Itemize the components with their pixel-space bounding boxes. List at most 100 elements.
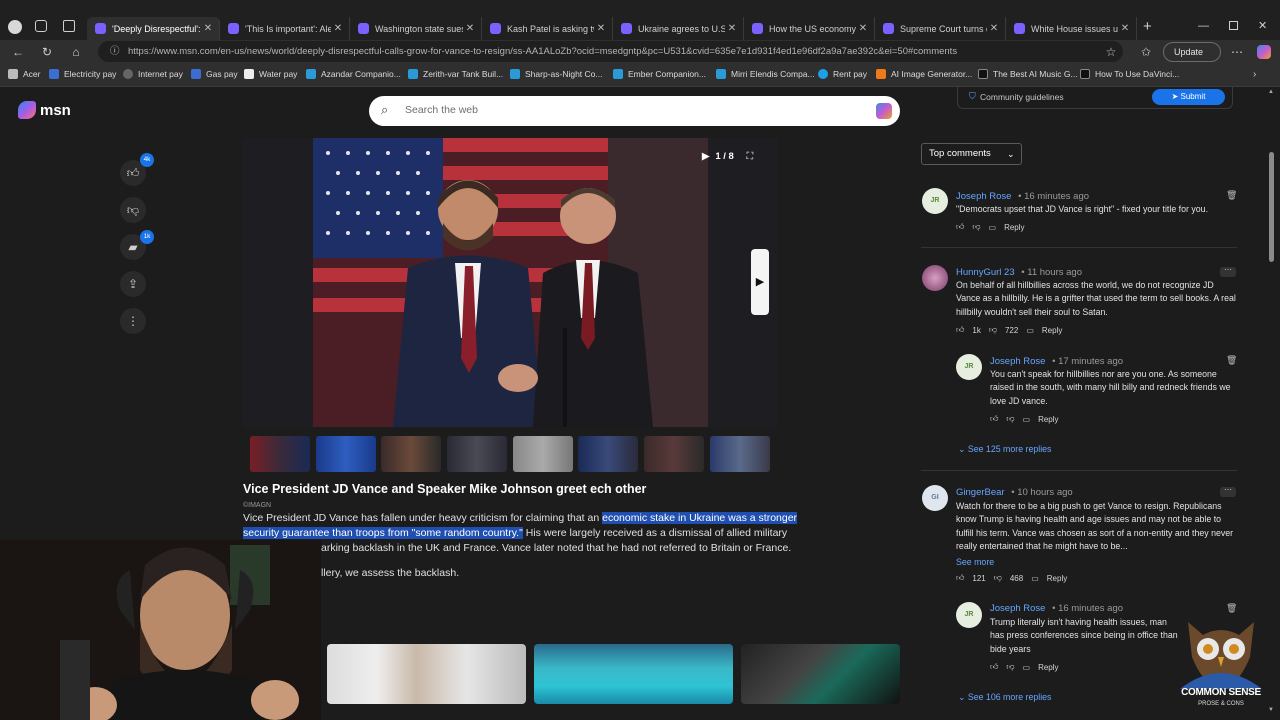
copilot-icon[interactable] <box>1257 45 1271 59</box>
bookmark-8[interactable]: Ember Companion... <box>613 69 706 79</box>
bookmark-0[interactable]: Acer <box>8 69 40 79</box>
thumbs-down-icon[interactable]: 👎︎ <box>994 573 1002 583</box>
gallery-thumbnail[interactable] <box>316 436 376 472</box>
story-card-image[interactable] <box>327 644 526 704</box>
bookmark-12[interactable]: The Best AI Music G... <box>978 69 1078 79</box>
gallery-thumbnail[interactable] <box>381 436 441 472</box>
thumbs-up-icon[interactable]: 👍︎ <box>956 325 964 335</box>
minimize-icon[interactable]: — <box>1198 20 1209 32</box>
see-more-replies-link[interactable]: ⌄ See 106 more replies <box>958 692 1051 703</box>
gallery-thumbnail[interactable] <box>513 436 573 472</box>
tab-3[interactable]: Kash Patel is asking two c ✕ <box>482 17 613 40</box>
reply-icon[interactable]: ▭ <box>1023 415 1031 424</box>
scrollbar-thumb[interactable] <box>1269 152 1274 262</box>
restore-icon[interactable] <box>1229 21 1238 30</box>
reply-button[interactable]: Reply <box>1038 415 1058 424</box>
comment-more-button[interactable]: ⋯ <box>1220 486 1236 497</box>
home-icon[interactable]: ⌂ <box>67 43 85 61</box>
avatar[interactable]: GI <box>922 485 948 511</box>
reply-button[interactable]: Reply <box>1038 663 1058 672</box>
refresh-icon[interactable]: ↻ <box>38 43 56 61</box>
share-button[interactable]: ⇪ <box>120 271 146 297</box>
reply-icon[interactable]: ▭ <box>1023 663 1031 672</box>
avatar[interactable]: JR <box>956 354 982 380</box>
update-button[interactable]: Update <box>1163 42 1221 62</box>
bookmark-4[interactable]: Water pay <box>244 69 297 79</box>
bookmark-3[interactable]: Gas pay <box>191 69 238 79</box>
tab-1[interactable]: 'This Is important': Alexan ✕ <box>220 17 350 40</box>
community-guidelines-link[interactable]: Community guidelines <box>980 92 1064 102</box>
scroll-up-icon[interactable]: ▲ <box>1268 89 1274 95</box>
bookmark-6[interactable]: Zerith-var Tank Buil... <box>408 69 503 79</box>
close-tab-icon[interactable]: ✕ <box>463 23 477 34</box>
bookmark-5[interactable]: Azandar Companio... <box>306 69 401 79</box>
tab-5[interactable]: How the US economy wo ✕ <box>744 17 875 40</box>
play-icon[interactable]: ▶ <box>702 151 709 162</box>
search-input[interactable]: ⌕ Search the web <box>369 96 900 126</box>
close-tab-icon[interactable]: ✕ <box>1118 23 1132 34</box>
bookmark-7[interactable]: Sharp-as-Night Co... <box>510 69 602 79</box>
tab-4[interactable]: Ukraine agrees to U.S.-le ✕ <box>613 17 744 40</box>
thumbs-up-icon[interactable]: 👍︎ <box>956 222 964 232</box>
avatar[interactable]: JR <box>956 602 982 628</box>
profile-avatar[interactable] <box>8 20 22 34</box>
close-window-icon[interactable]: ✕ <box>1258 19 1267 32</box>
more-options-button[interactable]: ⋮ <box>120 308 146 334</box>
avatar[interactable] <box>922 265 948 291</box>
close-tab-icon[interactable]: ✕ <box>856 23 870 34</box>
tab-actions-icon[interactable] <box>63 20 75 32</box>
next-slide-button[interactable]: ▶ <box>751 249 769 315</box>
tab-0[interactable]: 'Deeply Disrespectful': Ca ✕ <box>87 17 220 40</box>
submit-button[interactable]: ➤ Submit <box>1152 89 1225 105</box>
bookmark-1[interactable]: Electricity pay <box>49 69 116 79</box>
bookmarks-overflow-icon[interactable]: › <box>1253 69 1256 80</box>
bookmark-11[interactable]: AI Image Generator... <box>876 69 972 79</box>
scroll-down-icon[interactable]: ▼ <box>1268 707 1274 713</box>
address-bar[interactable]: ⓘ https://www.msn.com/en-us/news/world/d… <box>98 41 1123 62</box>
thumbs-down-icon[interactable]: 👎︎ <box>1006 414 1014 424</box>
gallery-thumbnail[interactable] <box>710 436 770 472</box>
see-more-replies-link[interactable]: ⌄ See 125 more replies <box>958 444 1051 455</box>
thumbs-up-icon[interactable]: 👍︎ <box>990 662 998 672</box>
new-tab-icon[interactable]: + <box>1143 18 1152 35</box>
thumbs-down-icon[interactable]: 👎︎ <box>972 222 980 232</box>
workspaces-icon[interactable] <box>35 20 47 32</box>
reply-button[interactable]: Reply <box>1042 326 1062 335</box>
trash-icon[interactable]: 🗑︎ <box>1226 355 1237 365</box>
bookmark-10[interactable]: Rent pay <box>818 69 867 79</box>
story-card-image[interactable] <box>534 644 733 704</box>
trash-icon[interactable]: 🗑︎ <box>1226 603 1237 613</box>
close-tab-icon[interactable]: ✕ <box>201 23 215 34</box>
dislike-button[interactable]: 👎︎ <box>120 197 146 223</box>
tab-7[interactable]: White House issues unhi ✕ <box>1006 17 1137 40</box>
tab-2[interactable]: Washington state sues ru ✕ <box>350 17 482 40</box>
avatar[interactable]: JR <box>922 188 948 214</box>
close-tab-icon[interactable]: ✕ <box>725 23 739 34</box>
gallery-thumbnail[interactable] <box>250 436 310 472</box>
thumbs-down-icon[interactable]: 👎︎ <box>1006 662 1014 672</box>
reply-button[interactable]: Reply <box>1004 223 1024 232</box>
sort-select[interactable]: Top comments ⌄ <box>921 143 1022 165</box>
thumbs-up-icon[interactable]: 👍︎ <box>956 573 964 583</box>
comment-more-button[interactable]: ⋯ <box>1220 266 1236 277</box>
close-tab-icon[interactable]: ✕ <box>331 23 345 34</box>
see-more-link[interactable]: See more <box>956 557 994 567</box>
reply-icon[interactable]: ▭ <box>1031 574 1039 583</box>
favorites-icon[interactable]: ✩ <box>1137 43 1155 61</box>
gallery-thumbnail[interactable] <box>447 436 507 472</box>
msn-logo[interactable]: msn <box>18 101 71 119</box>
close-tab-icon[interactable]: ✕ <box>987 23 1001 34</box>
fullscreen-icon[interactable]: ⛶ <box>746 151 753 162</box>
thumbs-up-icon[interactable]: 👍︎ <box>990 414 998 424</box>
reply-button[interactable]: Reply <box>1047 574 1067 583</box>
gallery-thumbnail[interactable] <box>644 436 704 472</box>
tab-6[interactable]: Supreme Court turns do ✕ <box>875 17 1006 40</box>
favorite-star-icon[interactable]: ☆ <box>1102 43 1120 61</box>
trash-icon[interactable]: 🗑︎ <box>1226 190 1237 200</box>
bookmark-13[interactable]: How To Use DaVinci... <box>1080 69 1179 79</box>
more-menu-icon[interactable]: ⋯ <box>1228 43 1246 61</box>
thumbs-down-icon[interactable]: 👎︎ <box>989 325 997 335</box>
gallery-thumbnail[interactable] <box>578 436 638 472</box>
back-icon[interactable]: ← <box>9 43 27 61</box>
reply-icon[interactable]: ▭ <box>989 223 997 232</box>
